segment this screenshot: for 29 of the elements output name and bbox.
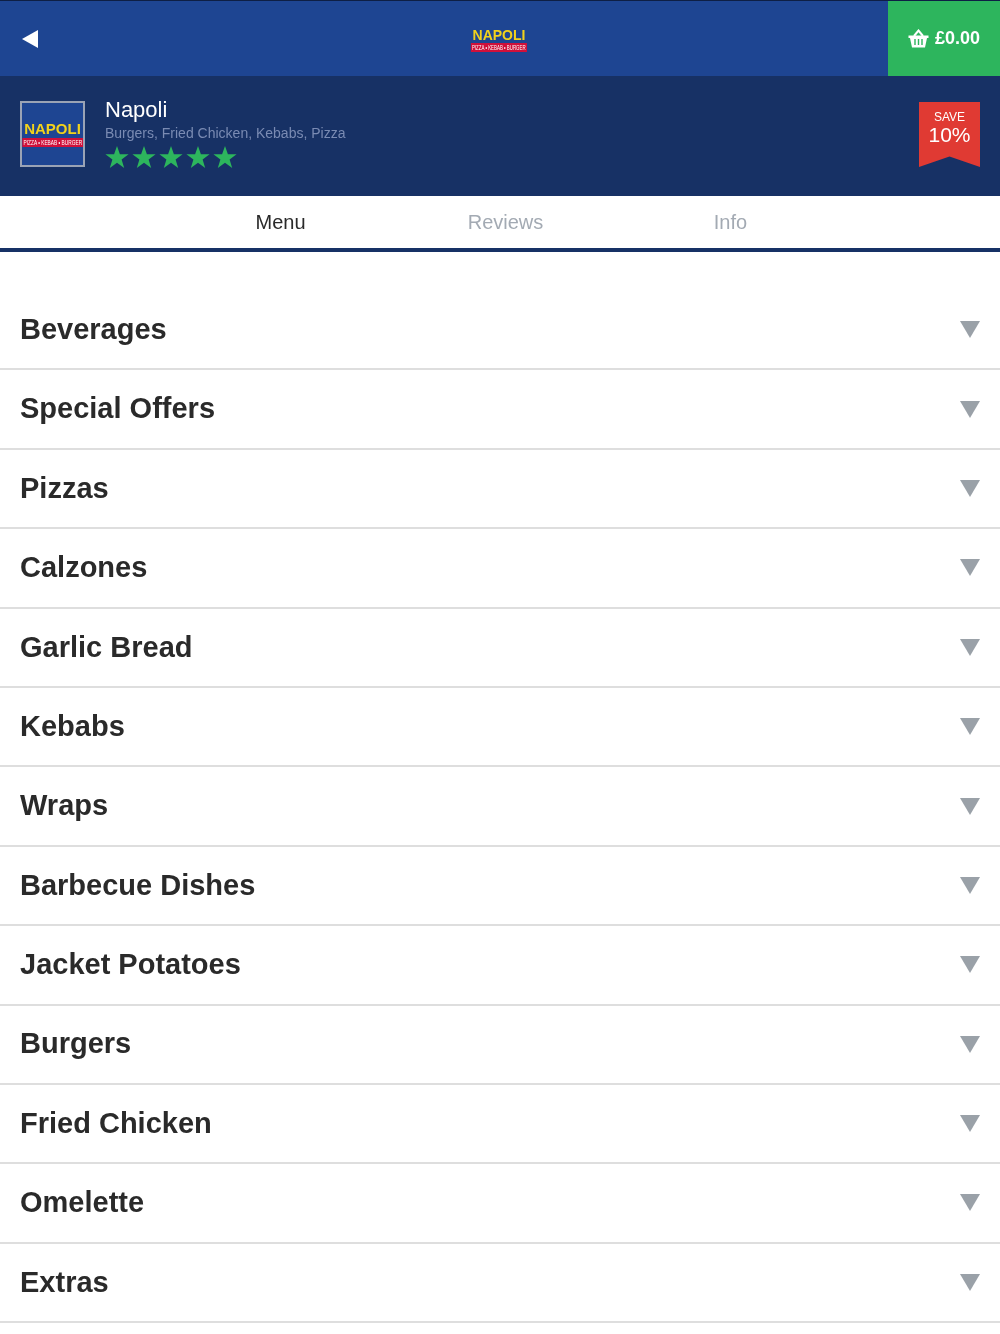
restaurant-cuisines: Burgers, Fried Chicken, Kebabs, Pizza (105, 124, 346, 143)
star-icon (105, 146, 129, 169)
expand-triangle-icon (960, 1194, 980, 1212)
expand-triangle-icon (960, 1115, 980, 1133)
star-icon (159, 146, 183, 169)
expand-triangle-icon (960, 797, 980, 815)
logo-tagline: PIZZA • KEBAB • BURGER (22, 138, 83, 147)
star-icon (213, 146, 237, 169)
tab[interactable]: Menu (168, 202, 393, 242)
basket-icon (907, 29, 929, 48)
logo-wordmark: NAPOLI (24, 121, 81, 136)
star-icon (132, 146, 156, 169)
restaurant-name: Napoli (105, 97, 169, 123)
expand-triangle-icon (960, 479, 980, 497)
expand-triangle-icon (960, 876, 980, 894)
expand-triangle-icon (960, 956, 980, 974)
expand-triangle-icon (960, 1273, 980, 1291)
expand-triangle-icon (960, 321, 980, 339)
expand-triangle-icon (960, 400, 980, 418)
expand-triangle-icon (960, 559, 980, 577)
expand-triangle-icon (960, 718, 980, 736)
discount-value: 10% (928, 124, 971, 146)
logo-wordmark: NAPOLI (472, 28, 526, 42)
discount-label: SAVE (933, 111, 966, 124)
expand-triangle-icon (960, 638, 980, 656)
back-arrow-icon (22, 29, 38, 48)
expand-triangle-icon (960, 1035, 980, 1053)
star-icon (186, 146, 210, 169)
logo-tagline: PIZZA • KEBAB • BURGER (471, 43, 527, 52)
